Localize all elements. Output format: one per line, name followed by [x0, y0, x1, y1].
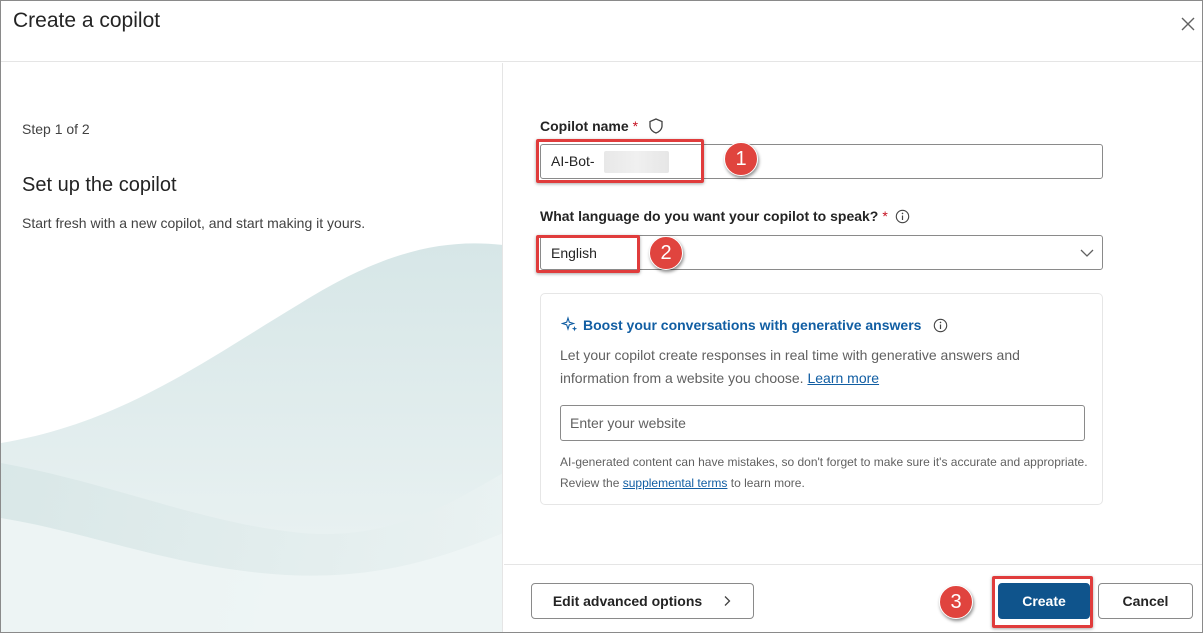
annotation-highlight-create	[992, 576, 1093, 628]
website-input[interactable]	[560, 405, 1085, 441]
info-icon[interactable]	[895, 209, 910, 224]
chevron-right-icon	[724, 596, 731, 606]
generative-answers-card: Boost your conversations with generative…	[540, 293, 1103, 505]
left-pane: Step 1 of 2 Set up the copilot Start fre…	[1, 63, 503, 632]
cancel-button[interactable]: Cancel	[1098, 583, 1193, 619]
step-indicator: Step 1 of 2	[22, 121, 90, 137]
generative-answers-description: Let your copilot create responses in rea…	[560, 347, 1020, 386]
annotation-badge-2: 2	[649, 236, 683, 270]
required-marker: *	[882, 208, 888, 224]
edit-advanced-options-button[interactable]: Edit advanced options	[531, 583, 754, 619]
generative-answers-title: Boost your conversations with generative…	[561, 316, 948, 334]
supplemental-terms-link[interactable]: supplemental terms	[623, 476, 728, 490]
section-title: Set up the copilot	[22, 174, 177, 196]
dialog-title: Create a copilot	[13, 9, 161, 32]
shield-icon	[649, 118, 663, 134]
annotation-badge-3: 3	[939, 585, 973, 619]
annotation-badge-1: 1	[724, 142, 758, 176]
info-icon[interactable]	[933, 318, 948, 333]
close-icon[interactable]	[1177, 13, 1199, 35]
chevron-down-icon	[1080, 249, 1094, 257]
ai-disclaimer: AI-generated content can have mistakes, …	[560, 455, 1088, 490]
language-label: What language do you want your copilot t…	[540, 208, 910, 224]
annotation-highlight-name	[536, 139, 704, 183]
annotation-highlight-language	[536, 235, 640, 273]
copilot-name-label: Copilot name *	[540, 117, 665, 135]
create-copilot-dialog: Create a copilot Step 1 of 2 Set up the …	[0, 0, 1203, 633]
learn-more-link[interactable]: Learn more	[807, 370, 879, 386]
required-marker: *	[632, 118, 639, 134]
dialog-footer: Edit advanced options Create Cancel	[504, 564, 1202, 632]
dialog-header: Create a copilot	[1, 1, 1202, 62]
section-description: Start fresh with a new copilot, and star…	[22, 215, 366, 231]
decorative-waves	[1, 243, 502, 632]
sparkle-icon	[561, 316, 578, 332]
